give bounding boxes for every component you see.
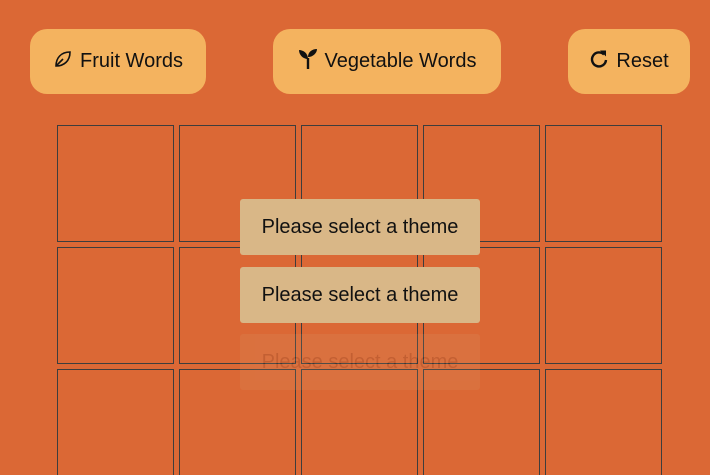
vegetable-words-button[interactable]: Vegetable Words (273, 29, 501, 94)
vegetable-words-label: Vegetable Words (324, 50, 477, 72)
toast-message: Please select a theme (240, 199, 480, 255)
fruit-words-button[interactable]: Fruit Words (30, 29, 206, 94)
grid-cell[interactable] (545, 125, 662, 242)
grid-cell[interactable] (57, 125, 174, 242)
toast-message: Please select a theme (240, 267, 480, 323)
fruit-words-label: Fruit Words (80, 50, 183, 72)
seedling-icon (298, 48, 318, 70)
reset-button[interactable]: Reset (568, 29, 690, 94)
toast-message-fading: Please select a theme (240, 334, 480, 390)
redo-icon (589, 48, 609, 70)
reset-label: Reset (616, 50, 669, 72)
grid-cell[interactable] (57, 369, 174, 475)
game-stage: Fruit Words Vegetable Words Reset Please… (0, 0, 710, 475)
grid-cell[interactable] (545, 369, 662, 475)
grid-cell[interactable] (57, 247, 174, 364)
grid-cell[interactable] (545, 247, 662, 364)
leaf-icon (53, 48, 73, 70)
